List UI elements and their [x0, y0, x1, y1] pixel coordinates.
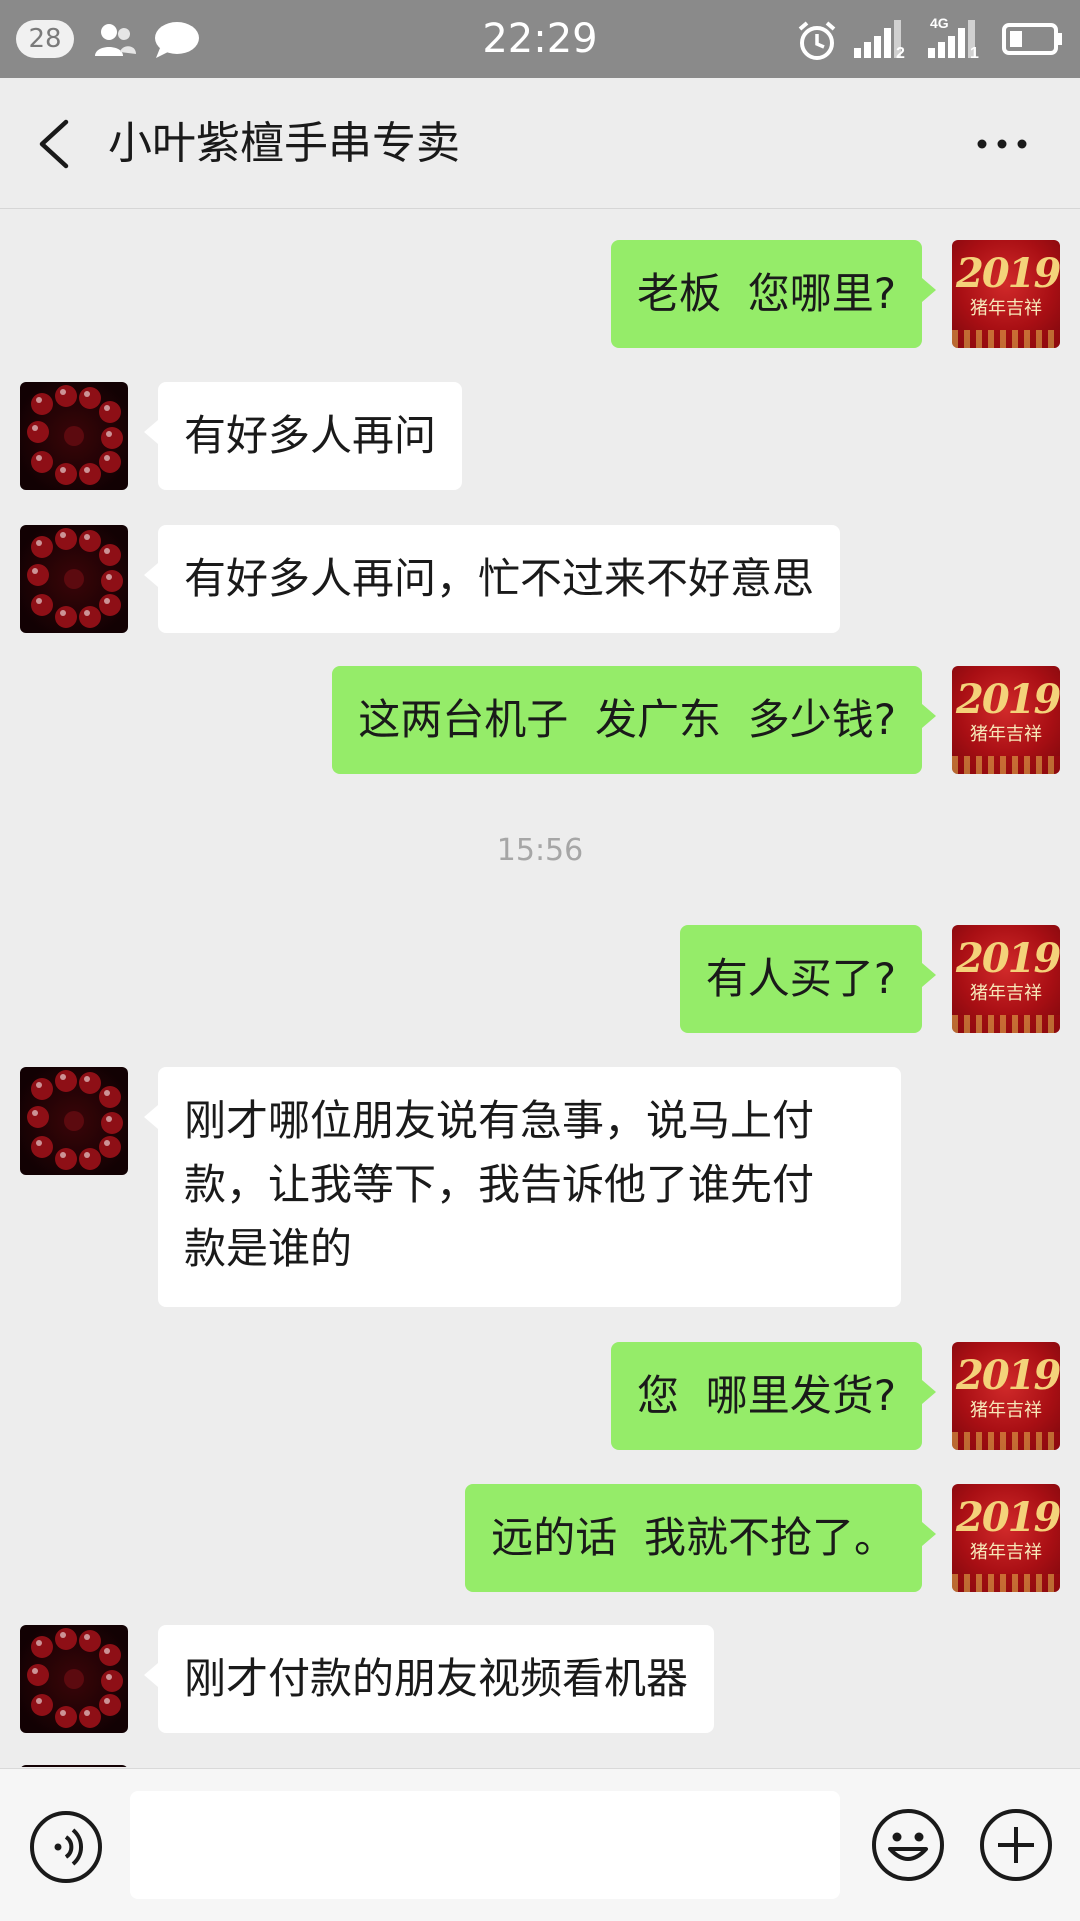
battery-icon — [1002, 23, 1062, 55]
avatar-caption: 猪年吉祥 — [970, 1400, 1042, 1421]
message-bubble-incoming[interactable]: 有好多人再问 — [143, 382, 463, 490]
message-timestamp: 15:56 — [496, 833, 584, 868]
bead-bracelet-image — [27, 1628, 123, 1728]
alarm-icon — [798, 21, 836, 60]
back-icon[interactable] — [30, 116, 80, 172]
avatar-year-text: 2019 — [956, 1352, 1060, 1399]
sim2-label: 1 — [970, 45, 979, 60]
input-bar — [0, 1768, 1080, 1921]
my-avatar[interactable]: 2019 猪年吉祥 — [952, 1484, 1060, 1592]
network-label: 4G — [930, 15, 949, 31]
avatar-year-text: 2019 — [956, 250, 1060, 297]
avatar-decoration — [952, 756, 1060, 774]
shop-avatar[interactable] — [20, 1765, 128, 1767]
sim1-label: 2 — [896, 45, 905, 60]
voice-icon[interactable] — [28, 1809, 104, 1885]
shop-avatar[interactable] — [20, 525, 128, 633]
avatar-decoration — [952, 1015, 1060, 1033]
emoji-icon[interactable] — [870, 1807, 946, 1883]
avatar-caption: 猪年吉祥 — [970, 1542, 1042, 1563]
avatar-decoration — [952, 1432, 1060, 1450]
message-bubble-outgoing[interactable]: 您 哪里发货? — [611, 1342, 936, 1450]
plus-icon[interactable] — [978, 1807, 1054, 1883]
message-list[interactable]: 2019 猪年吉祥 老板 您哪里? 有好多人再问 有好多人再问，忙不过来不好意思… — [0, 209, 1080, 1767]
my-avatar[interactable]: 2019 猪年吉祥 — [952, 240, 1060, 348]
message-bubble-outgoing[interactable]: 老板 您哪里? — [611, 240, 936, 348]
my-avatar[interactable]: 2019 猪年吉祥 — [952, 925, 1060, 1033]
message-bubble-outgoing[interactable]: 远的话 我就不抢了。 — [465, 1484, 936, 1592]
shop-avatar[interactable] — [20, 1067, 128, 1175]
my-avatar[interactable]: 2019 猪年吉祥 — [952, 666, 1060, 774]
avatar-decoration — [952, 1574, 1060, 1592]
signal-4g-icon: 4G 1 — [928, 15, 979, 60]
message-bubble-incoming[interactable]: 有好多人再问，忙不过来不好意思 — [143, 525, 841, 633]
chat-title: 小叶紫檀手串专卖 — [108, 118, 460, 169]
avatar-year-text: 2019 — [956, 935, 1060, 982]
status-bar: 28 22:29 2 4G 1 — [0, 0, 1080, 78]
bead-bracelet-image — [27, 385, 123, 485]
shop-avatar[interactable] — [20, 1625, 128, 1733]
avatar-caption: 猪年吉祥 — [970, 724, 1042, 745]
shop-avatar[interactable] — [20, 382, 128, 490]
status-time: 22:29 — [482, 16, 598, 62]
message-bubble-outgoing[interactable]: 有人买了? — [679, 925, 937, 1033]
bead-bracelet-image — [27, 528, 123, 628]
more-icon[interactable] — [972, 122, 1032, 166]
avatar-decoration — [952, 330, 1060, 348]
avatar-caption: 猪年吉祥 — [970, 983, 1042, 1004]
avatar-caption: 猪年吉祥 — [970, 298, 1042, 319]
signal-icon: 2 — [854, 20, 905, 60]
avatar-year-text: 2019 — [956, 676, 1060, 723]
chat-header: 小叶紫檀手串专卖 — [0, 78, 1080, 209]
my-avatar[interactable]: 2019 猪年吉祥 — [952, 1342, 1060, 1450]
avatar-year-text: 2019 — [956, 1494, 1060, 1541]
message-bubble-incoming[interactable]: 刚才哪位朋友说有急事，说马上付 款，让我等下，我告诉他了谁先付 款是谁的 — [144, 1067, 901, 1307]
message-input[interactable] — [130, 1791, 840, 1899]
bead-bracelet-image — [27, 1070, 123, 1170]
message-bubble-outgoing[interactable]: 这两台机子 发广东 多少钱? — [332, 666, 936, 774]
message-bubble-incoming[interactable]: 刚才付款的朋友视频看机器 — [143, 1625, 715, 1733]
